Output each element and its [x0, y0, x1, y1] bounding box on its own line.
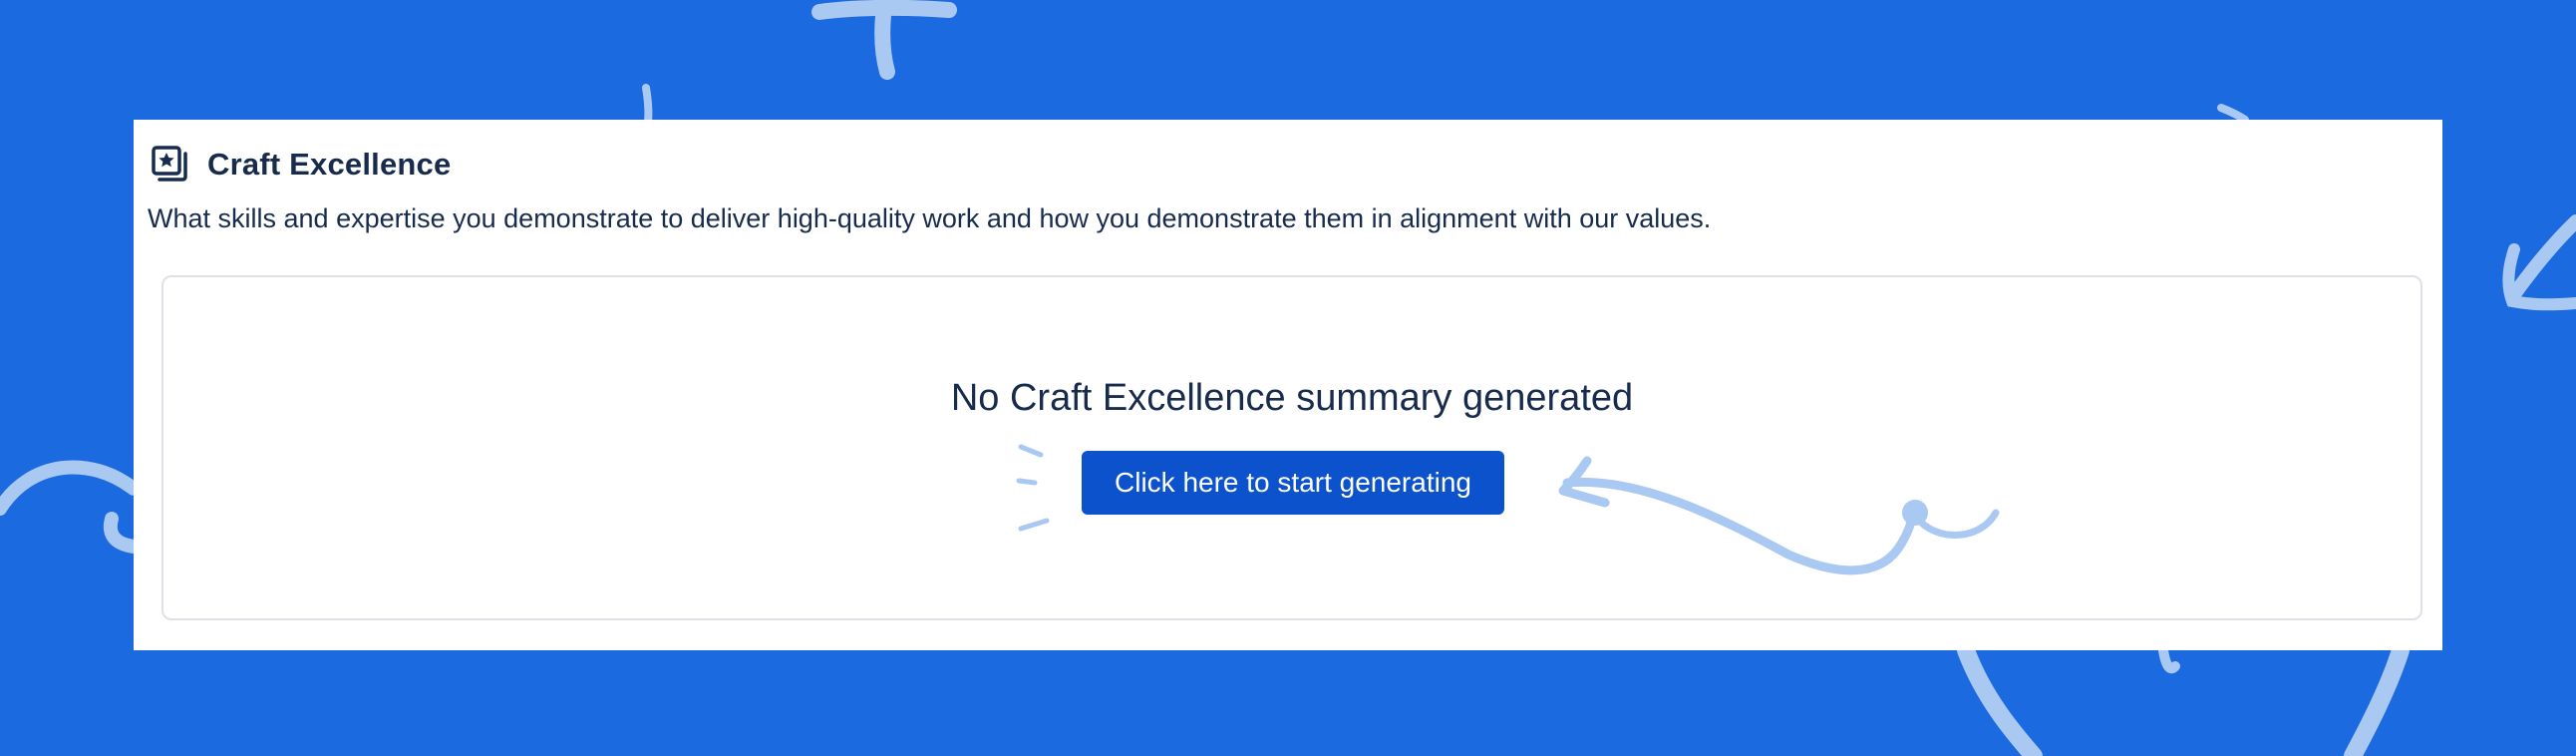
card-description: What skills and expertise you demonstrat…: [148, 203, 1712, 233]
arrow-doodle: [1016, 444, 2000, 575]
card-header: Craft Excellence: [150, 142, 451, 188]
start-generating-button[interactable]: Click here to start generating: [1082, 451, 1504, 515]
star-gallery-icon: [150, 144, 191, 186]
empty-state-message: No Craft Excellence summary generated: [950, 377, 1634, 419]
card-title: Craft Excellence: [207, 147, 452, 182]
empty-state-panel: No Craft Excellence summary generated Cl…: [161, 275, 2422, 620]
craft-excellence-card: Craft Excellence What skills and experti…: [134, 120, 2442, 650]
